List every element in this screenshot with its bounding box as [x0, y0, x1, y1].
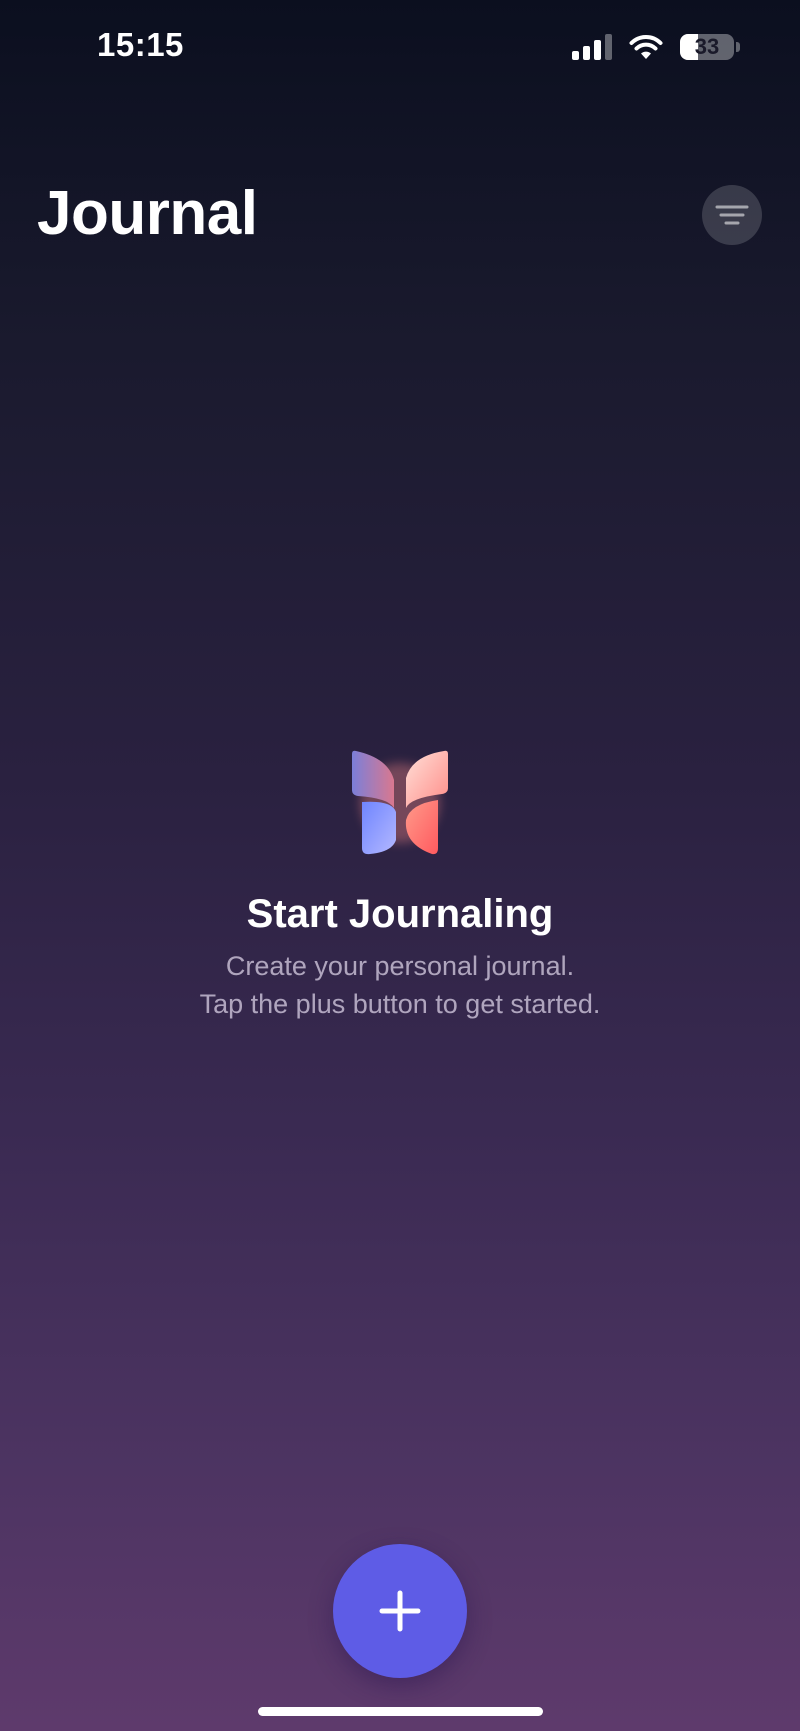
battery-level: 33 [694, 34, 720, 59]
empty-state: Start Journaling Create your personal jo… [0, 748, 800, 1023]
status-time: 15:15 [97, 26, 184, 63]
battery-cap [736, 42, 740, 52]
status-bar-right: 33 [572, 30, 740, 64]
battery-icon: 33 [680, 34, 734, 60]
empty-state-description-line-1: Create your personal journal. [225, 951, 575, 981]
filter-button[interactable] [702, 185, 762, 245]
signal-icon [572, 34, 612, 60]
add-entry-button[interactable] [333, 1544, 467, 1678]
empty-state-description-line-2: Tap the plus button to get started. [199, 989, 601, 1019]
journal-screen: 15:15 33 Journal Start Journaling Create… [0, 0, 800, 1731]
butterfly-logo-icon [352, 750, 448, 855]
wifi-icon [629, 35, 663, 59]
filter-lines-icon [715, 205, 749, 225]
page-title: Journal [37, 179, 258, 248]
empty-state-title: Start Journaling [246, 892, 554, 936]
home-indicator[interactable] [258, 1707, 543, 1716]
plus-icon [379, 1590, 421, 1632]
